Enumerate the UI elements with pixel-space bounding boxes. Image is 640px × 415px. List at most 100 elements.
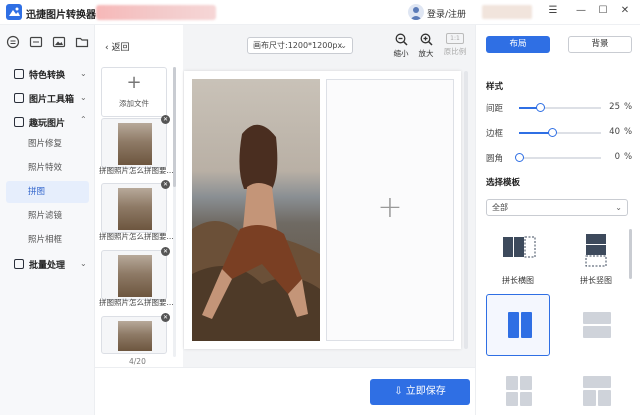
template-filter-value: 全部 <box>492 203 508 212</box>
image-icon[interactable] <box>52 35 66 49</box>
template-scrollbar[interactable] <box>629 229 632 279</box>
chat-icon[interactable] <box>6 35 20 49</box>
radius-slider[interactable]: 圆角 0 % <box>486 152 636 164</box>
layout-two-rows-icon <box>583 312 611 338</box>
file-caption: 拼图照片怎么拼图要... <box>99 298 174 307</box>
spacing-label: 间距 <box>486 104 504 114</box>
template-two-rows[interactable] <box>564 294 628 356</box>
file-caption: 拼图照片怎么拼图要... <box>99 166 174 175</box>
sidebar-item-collage[interactable]: 拼图 <box>6 181 89 203</box>
zoom-in-button[interactable]: 放大 <box>413 33 439 59</box>
chevron-up-icon[interactable]: ⌃ <box>80 115 87 124</box>
sidebar-item-filter[interactable]: 照片滤镜 <box>6 205 89 227</box>
canvas-size-select[interactable]: 画布尺寸:1200*1200px ⌄ <box>247 37 353 54</box>
zoom-in-icon <box>420 33 433 46</box>
toolbox-icon <box>14 93 24 103</box>
file-scrollbar-thumb[interactable] <box>173 67 176 187</box>
sidebar-item-repair[interactable]: 图片修复 <box>6 133 89 155</box>
maximize-icon[interactable]: ☐ <box>596 4 610 18</box>
template-grid-b[interactable] <box>564 368 628 415</box>
ocr-icon[interactable] <box>29 35 43 49</box>
file-thumbnail[interactable]: ✕ <box>101 313 170 354</box>
add-file-label: 添加文件 <box>119 99 149 108</box>
close-icon[interactable]: ✕ <box>618 4 632 18</box>
chevron-down-icon[interactable]: ⌄ <box>80 259 87 268</box>
template-section-title: 选择模板 <box>486 178 521 188</box>
app-title: 迅捷图片转换器 <box>26 10 96 21</box>
folder-icon[interactable] <box>75 35 89 49</box>
tab-background[interactable]: 背景 <box>568 36 632 53</box>
remove-file-icon[interactable]: ✕ <box>161 247 170 256</box>
save-icon: ⇩ <box>394 386 403 397</box>
template-filter-select[interactable]: 全部 ⌄ <box>486 199 628 216</box>
layout-grid-icon <box>583 376 611 406</box>
back-label: 返回 <box>111 43 130 53</box>
layout-grid-icon <box>506 376 532 406</box>
ratio-value: 1:1 <box>446 33 464 44</box>
spacing-slider[interactable]: 间距 25 % <box>486 102 636 114</box>
plus-icon: + <box>377 190 403 225</box>
template-grid-a[interactable] <box>486 368 550 415</box>
slider-knob[interactable] <box>547 128 557 137</box>
zoom-out-label: 缩小 <box>393 49 409 58</box>
thumbnail-image <box>118 188 152 230</box>
save-label: 立即保存 <box>405 386 446 397</box>
slider-knob[interactable] <box>535 103 545 112</box>
sidebar-group-label: 图片工具箱 <box>29 95 75 105</box>
file-thumbnail[interactable]: ✕ <box>101 247 170 300</box>
batch-icon <box>14 259 24 269</box>
layout-two-columns-icon <box>508 312 532 338</box>
radius-label: 圆角 <box>486 154 504 164</box>
slider-track[interactable] <box>519 157 601 159</box>
radius-value: 0 <box>614 152 620 162</box>
sidebar-group-label: 趣玩图片 <box>29 119 66 129</box>
zoom-out-button[interactable]: 缩小 <box>388 33 414 59</box>
remove-file-icon[interactable]: ✕ <box>161 115 170 124</box>
file-thumbnail[interactable]: ✕ <box>101 180 170 233</box>
remove-file-icon[interactable]: ✕ <box>161 180 170 189</box>
collage-canvas: + <box>184 71 461 349</box>
collage-cell-photo[interactable] <box>192 79 320 341</box>
tab-layout[interactable]: 布局 <box>486 36 550 53</box>
sidebar: 特色转换 ⌄ 图片工具箱 ⌄ 趣玩图片 ⌃ 图片修复 照片特效 拼图 照片滤镜 … <box>0 25 95 415</box>
slider-fill <box>519 132 552 134</box>
file-caption: 拼图照片怎么拼图要... <box>99 232 174 241</box>
sidebar-group-label: 特色转换 <box>29 71 66 81</box>
vip-badge[interactable] <box>482 5 532 19</box>
original-ratio-button[interactable]: 1:1 原比例 <box>442 33 468 57</box>
login-link[interactable]: 登录/注册 <box>427 7 466 20</box>
canvas-scrollbar[interactable] <box>464 71 468 349</box>
chevron-down-icon: ⌄ <box>340 41 347 50</box>
file-panel: ‹ 返回 + 添加文件 ✕ 拼图照片怎么拼图要... ✕ 拼图照片怎么拼图要..… <box>95 25 183 367</box>
save-button[interactable]: ⇩ 立即保存 <box>370 379 470 405</box>
sidebar-toolbar <box>0 35 95 51</box>
chevron-down-icon: ⌄ <box>615 203 622 212</box>
collage-cell-empty[interactable]: + <box>326 79 454 341</box>
minimize-icon[interactable]: — <box>574 4 588 18</box>
template-two-columns[interactable] <box>486 294 550 356</box>
template-vertical[interactable]: 拼长竖图 <box>564 229 628 291</box>
chevron-left-icon: ‹ <box>105 43 109 53</box>
file-thumbnail[interactable]: ✕ <box>101 115 170 168</box>
back-button[interactable]: ‹ 返回 <box>105 40 130 53</box>
spacing-value: 25 <box>609 102 620 112</box>
border-value: 40 <box>609 127 620 137</box>
promo-banner[interactable] <box>96 5 216 20</box>
chevron-down-icon[interactable]: ⌄ <box>80 93 87 102</box>
border-slider[interactable]: 边框 40 % <box>486 127 636 139</box>
slider-knob[interactable] <box>515 153 524 162</box>
chevron-down-icon[interactable]: ⌄ <box>80 69 87 78</box>
user-avatar[interactable] <box>408 4 424 20</box>
sidebar-item-effects[interactable]: 照片特效 <box>6 157 89 179</box>
remove-file-icon[interactable]: ✕ <box>161 313 170 322</box>
add-file-button[interactable]: + 添加文件 <box>101 67 167 117</box>
template-label: 拼长竖图 <box>580 276 612 285</box>
menu-icon[interactable]: ☰ <box>546 4 560 18</box>
original-ratio-label: 原比例 <box>443 47 467 56</box>
layout-horizontal-icon <box>503 236 536 258</box>
template-horizontal[interactable]: 拼长横图 <box>486 229 550 291</box>
file-count: 4/20 <box>129 357 146 366</box>
sidebar-item-frame[interactable]: 照片相框 <box>6 229 89 251</box>
title-bar: 迅捷图片转换器 登录/注册 ☰ — ☐ ✕ <box>0 0 640 25</box>
layout-vertical-icon <box>585 234 607 267</box>
